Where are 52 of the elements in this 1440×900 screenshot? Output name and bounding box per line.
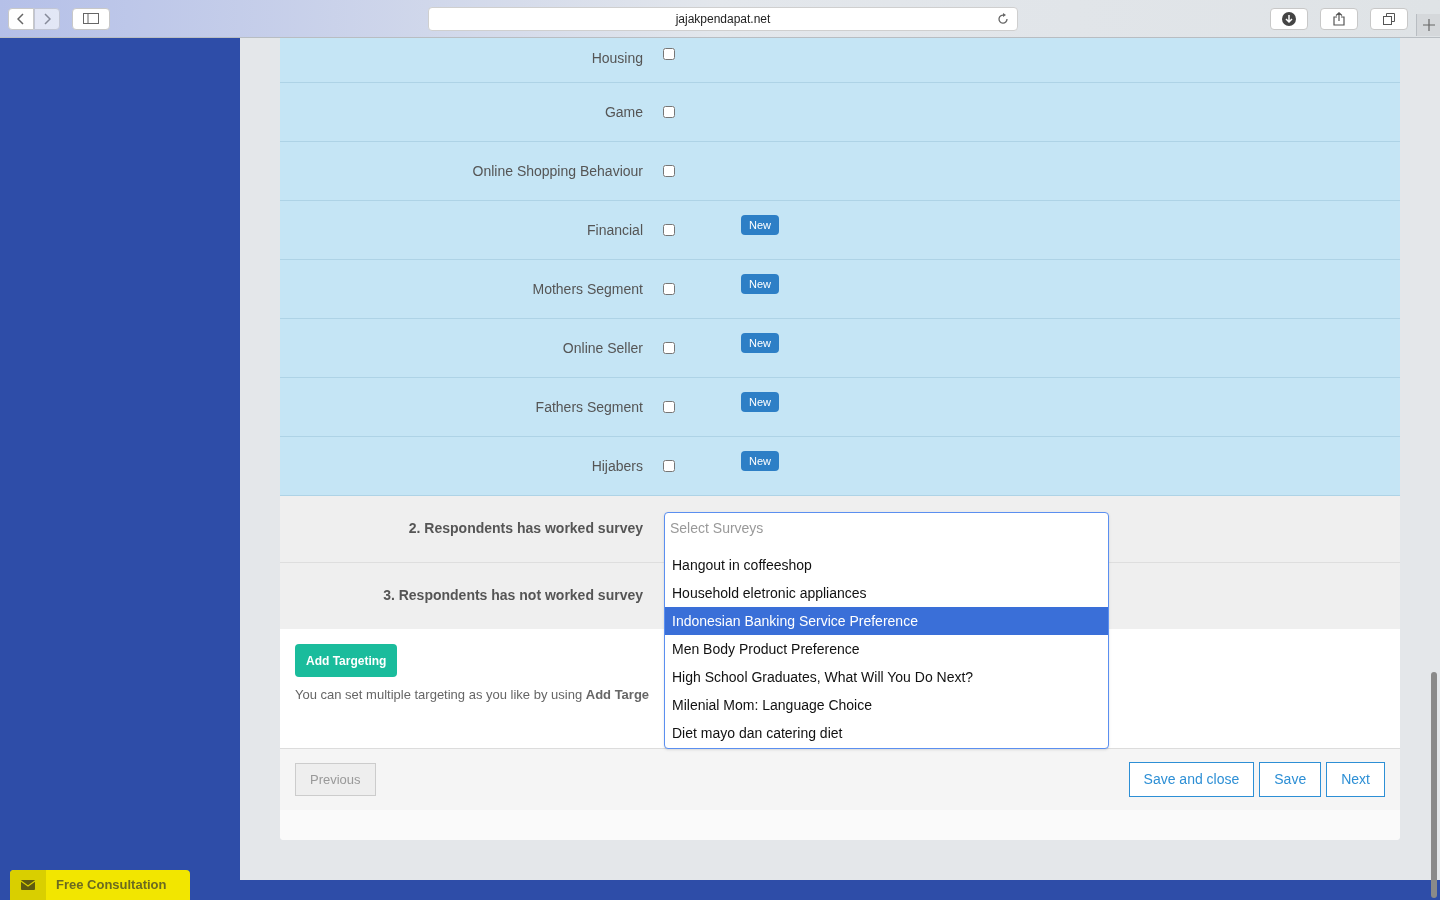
new-badge: New: [741, 273, 779, 295]
new-badge: New: [741, 450, 779, 472]
topic-label: Housing: [590, 49, 643, 68]
address-bar[interactable]: jajakpendapat.net: [428, 6, 1018, 31]
topic-checkbox[interactable]: [663, 401, 675, 413]
new-tab-button[interactable]: [1416, 13, 1440, 36]
footer-button[interactable]: Save and close: [1128, 762, 1255, 797]
survey-label: 2. Respondents has worked survey: [407, 519, 643, 538]
dropdown-option[interactable]: Hangout in coffeeshop: [665, 551, 1108, 579]
back-button[interactable]: [8, 7, 34, 30]
search-field[interactable]: Select Surveys: [665, 513, 1108, 543]
targeting-hint: You can set multiple targeting as you like by using Add Targe: [295, 686, 650, 704]
topic-checkbox[interactable]: [663, 165, 675, 177]
sidebar-toggle-button[interactable]: [72, 7, 110, 30]
new-badge: New: [741, 214, 779, 236]
topic-checkbox[interactable]: [663, 48, 675, 60]
topic-checkbox[interactable]: [663, 342, 675, 354]
tabs-icon: [1383, 12, 1395, 25]
dropdown-option[interactable]: Diet mayo dan catering diet: [665, 719, 1108, 747]
envelope-icon: [21, 880, 35, 890]
footer-button[interactable]: Next: [1326, 762, 1385, 797]
sidebar-icon: [83, 13, 99, 24]
dropdown-option[interactable]: Indonesian Banking Service Preference: [665, 607, 1108, 635]
topic-label: Online Seller: [561, 338, 643, 358]
dropdown-option[interactable]: Milenial Mom: Language Choice: [665, 691, 1108, 719]
dropdown-option[interactable]: High School Graduates, What Will You Do Next?: [665, 663, 1108, 691]
chevron-icon: [43, 12, 51, 25]
free-consultation-button[interactable]: Free Consultation: [10, 870, 190, 900]
new-badge: New: [741, 332, 779, 354]
topic-checkbox[interactable]: [663, 460, 675, 472]
topic-checkbox[interactable]: [663, 224, 675, 236]
plus-icon: [1422, 18, 1435, 31]
topic-label: Fathers Segment: [534, 397, 643, 417]
share-icon: [1333, 11, 1345, 26]
downloads-button[interactable]: [1270, 7, 1308, 30]
topic-label: Game: [603, 102, 643, 122]
download-icon: [1282, 11, 1296, 26]
topic-checkbox[interactable]: [663, 283, 675, 295]
topic-label: Online Shopping Behaviour: [471, 161, 643, 181]
topic-label: Hijabers: [590, 456, 643, 476]
survey-label: 3. Respondents has not worked survey: [382, 586, 643, 605]
topic-label: Financial: [585, 220, 643, 240]
dropdown-option[interactable]: Household eletronic appliances: [665, 579, 1108, 607]
footer-button[interactable]: Save: [1259, 762, 1322, 797]
new-badge: New: [741, 391, 779, 413]
share-button[interactable]: [1320, 7, 1358, 30]
topic-checkbox[interactable]: [663, 106, 675, 118]
reload-icon[interactable]: [997, 12, 1009, 25]
topic-label: Mothers Segment: [531, 279, 643, 299]
chevron-icon: [17, 12, 25, 25]
tabs-button[interactable]: [1370, 7, 1408, 30]
dropdown-option[interactable]: Men Body Product Preference: [665, 635, 1108, 663]
